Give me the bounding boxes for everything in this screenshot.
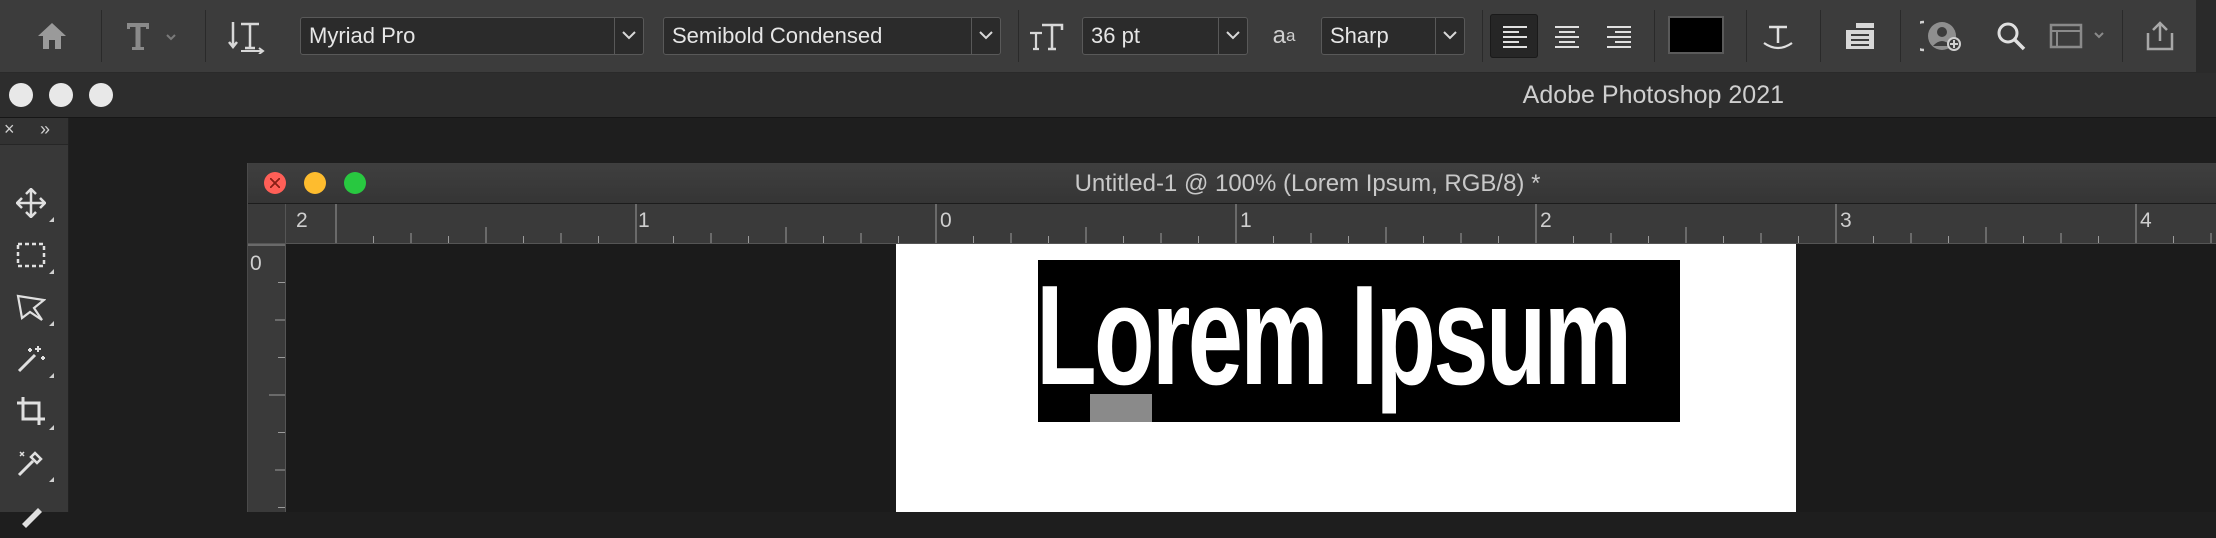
ruler-label: 3 (1840, 209, 1852, 232)
warp-text-icon[interactable] (1756, 12, 1800, 60)
text-tool-icon[interactable] (116, 12, 186, 60)
tools-panel: × » (0, 118, 69, 528)
antialias-icon-label: a (1272, 22, 1286, 49)
eyedropper-tool-icon[interactable] (8, 440, 54, 486)
document-window: Untitled-1 @ 100% (Lorem Ipsum, RGB/8) *… (247, 163, 2216, 512)
workspace-icon[interactable] (2046, 12, 2112, 60)
ruler-origin[interactable] (248, 204, 286, 244)
marquee-tool-icon[interactable] (8, 232, 54, 278)
separator (1900, 10, 1901, 62)
document-titlebar[interactable]: Untitled-1 @ 100% (Lorem Ipsum, RGB/8) * (248, 163, 2216, 204)
font-style-select[interactable]: Semibold Condensed (663, 17, 1001, 55)
chevron-down-icon[interactable] (614, 18, 643, 54)
font-family-select[interactable]: Myriad Pro (300, 17, 644, 55)
ruler-label: 0 (940, 209, 952, 232)
antialias-select[interactable]: Sharp (1321, 17, 1465, 55)
separator (1746, 10, 1747, 62)
align-left-button[interactable] (1490, 14, 1538, 58)
toggle-orientation-icon[interactable] (222, 12, 272, 60)
separator (1654, 10, 1655, 62)
ruler-horizontal[interactable]: 2 1 0 1 2 3 4 (286, 204, 2216, 244)
artboard[interactable]: Lorem Ipsum (896, 244, 1796, 512)
expand-icon[interactable]: » (40, 119, 50, 140)
font-style-value: Semibold Condensed (672, 23, 883, 48)
ruler-vertical-ticks (248, 244, 285, 508)
ruler-vertical[interactable]: 0 (248, 244, 286, 512)
brush-tool-icon[interactable] (8, 492, 54, 538)
chevron-down-icon[interactable] (971, 18, 1000, 54)
home-icon[interactable] (28, 12, 76, 60)
antialias-value: Sharp (1330, 23, 1389, 48)
window-zoom-button[interactable] (89, 83, 113, 107)
magic-wand-tool-icon[interactable] (8, 336, 54, 382)
font-size-select[interactable]: 36 pt (1082, 17, 1248, 55)
font-size-icon (1026, 12, 1066, 60)
separator (1820, 10, 1821, 62)
ruler-label: 1 (638, 209, 650, 232)
document-title: Untitled-1 @ 100% (Lorem Ipsum, RGB/8) * (1074, 170, 1541, 197)
separator (205, 10, 206, 62)
app-bar: Adobe Photoshop 2021 (0, 73, 2216, 118)
search-icon[interactable] (1990, 12, 2032, 60)
font-family-value: Myriad Pro (309, 23, 416, 48)
text-cursor (1090, 394, 1152, 422)
align-right-icon (1607, 26, 1631, 48)
text-color-swatch[interactable] (1668, 16, 1724, 54)
app-title: Adobe Photoshop 2021 (1522, 81, 1784, 109)
window-close-button[interactable] (9, 83, 33, 107)
canvas-area[interactable]: Lorem Ipsum (286, 244, 2216, 512)
ruler-label: 2 (1540, 209, 1552, 232)
separator (101, 10, 102, 62)
window-minimize-button[interactable] (49, 83, 73, 107)
ruler-label: 2 (296, 209, 308, 232)
align-center-button[interactable] (1542, 14, 1590, 58)
options-bar: Myriad Pro Semibold Condensed 36 pt aa S… (0, 0, 2216, 73)
crop-tool-icon[interactable] (8, 388, 54, 434)
tool-flyout-indicator (49, 477, 54, 482)
cloud-account-icon[interactable] (1918, 12, 1966, 60)
ruler-label: 1 (1240, 209, 1252, 232)
separator (2122, 10, 2123, 62)
align-center-icon (1555, 26, 1579, 48)
antialias-icon: aa (1266, 12, 1302, 60)
separator (1018, 10, 1019, 62)
align-left-icon (1503, 26, 1527, 48)
align-right-button[interactable] (1594, 14, 1642, 58)
font-size-value: 36 pt (1091, 23, 1140, 48)
options-bar-edge (2196, 0, 2216, 72)
chevron-down-icon[interactable] (1435, 18, 1464, 54)
separator (1482, 10, 1483, 62)
tools-panel-header: × » (0, 118, 68, 145)
ruler-label: 0 (250, 252, 262, 275)
chevron-down-icon[interactable] (1218, 18, 1247, 54)
ruler-label: 4 (2140, 209, 2152, 232)
tool-flyout-indicator (49, 217, 54, 222)
lasso-tool-icon[interactable] (8, 284, 54, 330)
tool-flyout-indicator (49, 321, 54, 326)
share-icon[interactable] (2136, 12, 2184, 60)
tool-flyout-indicator (49, 425, 54, 430)
tool-flyout-indicator (49, 373, 54, 378)
tool-flyout-indicator (49, 269, 54, 274)
move-tool-icon[interactable] (8, 180, 54, 226)
close-icon[interactable]: × (4, 119, 15, 140)
character-panel-icon[interactable] (1838, 12, 1882, 60)
antialias-icon-label-small: a (1285, 26, 1296, 45)
